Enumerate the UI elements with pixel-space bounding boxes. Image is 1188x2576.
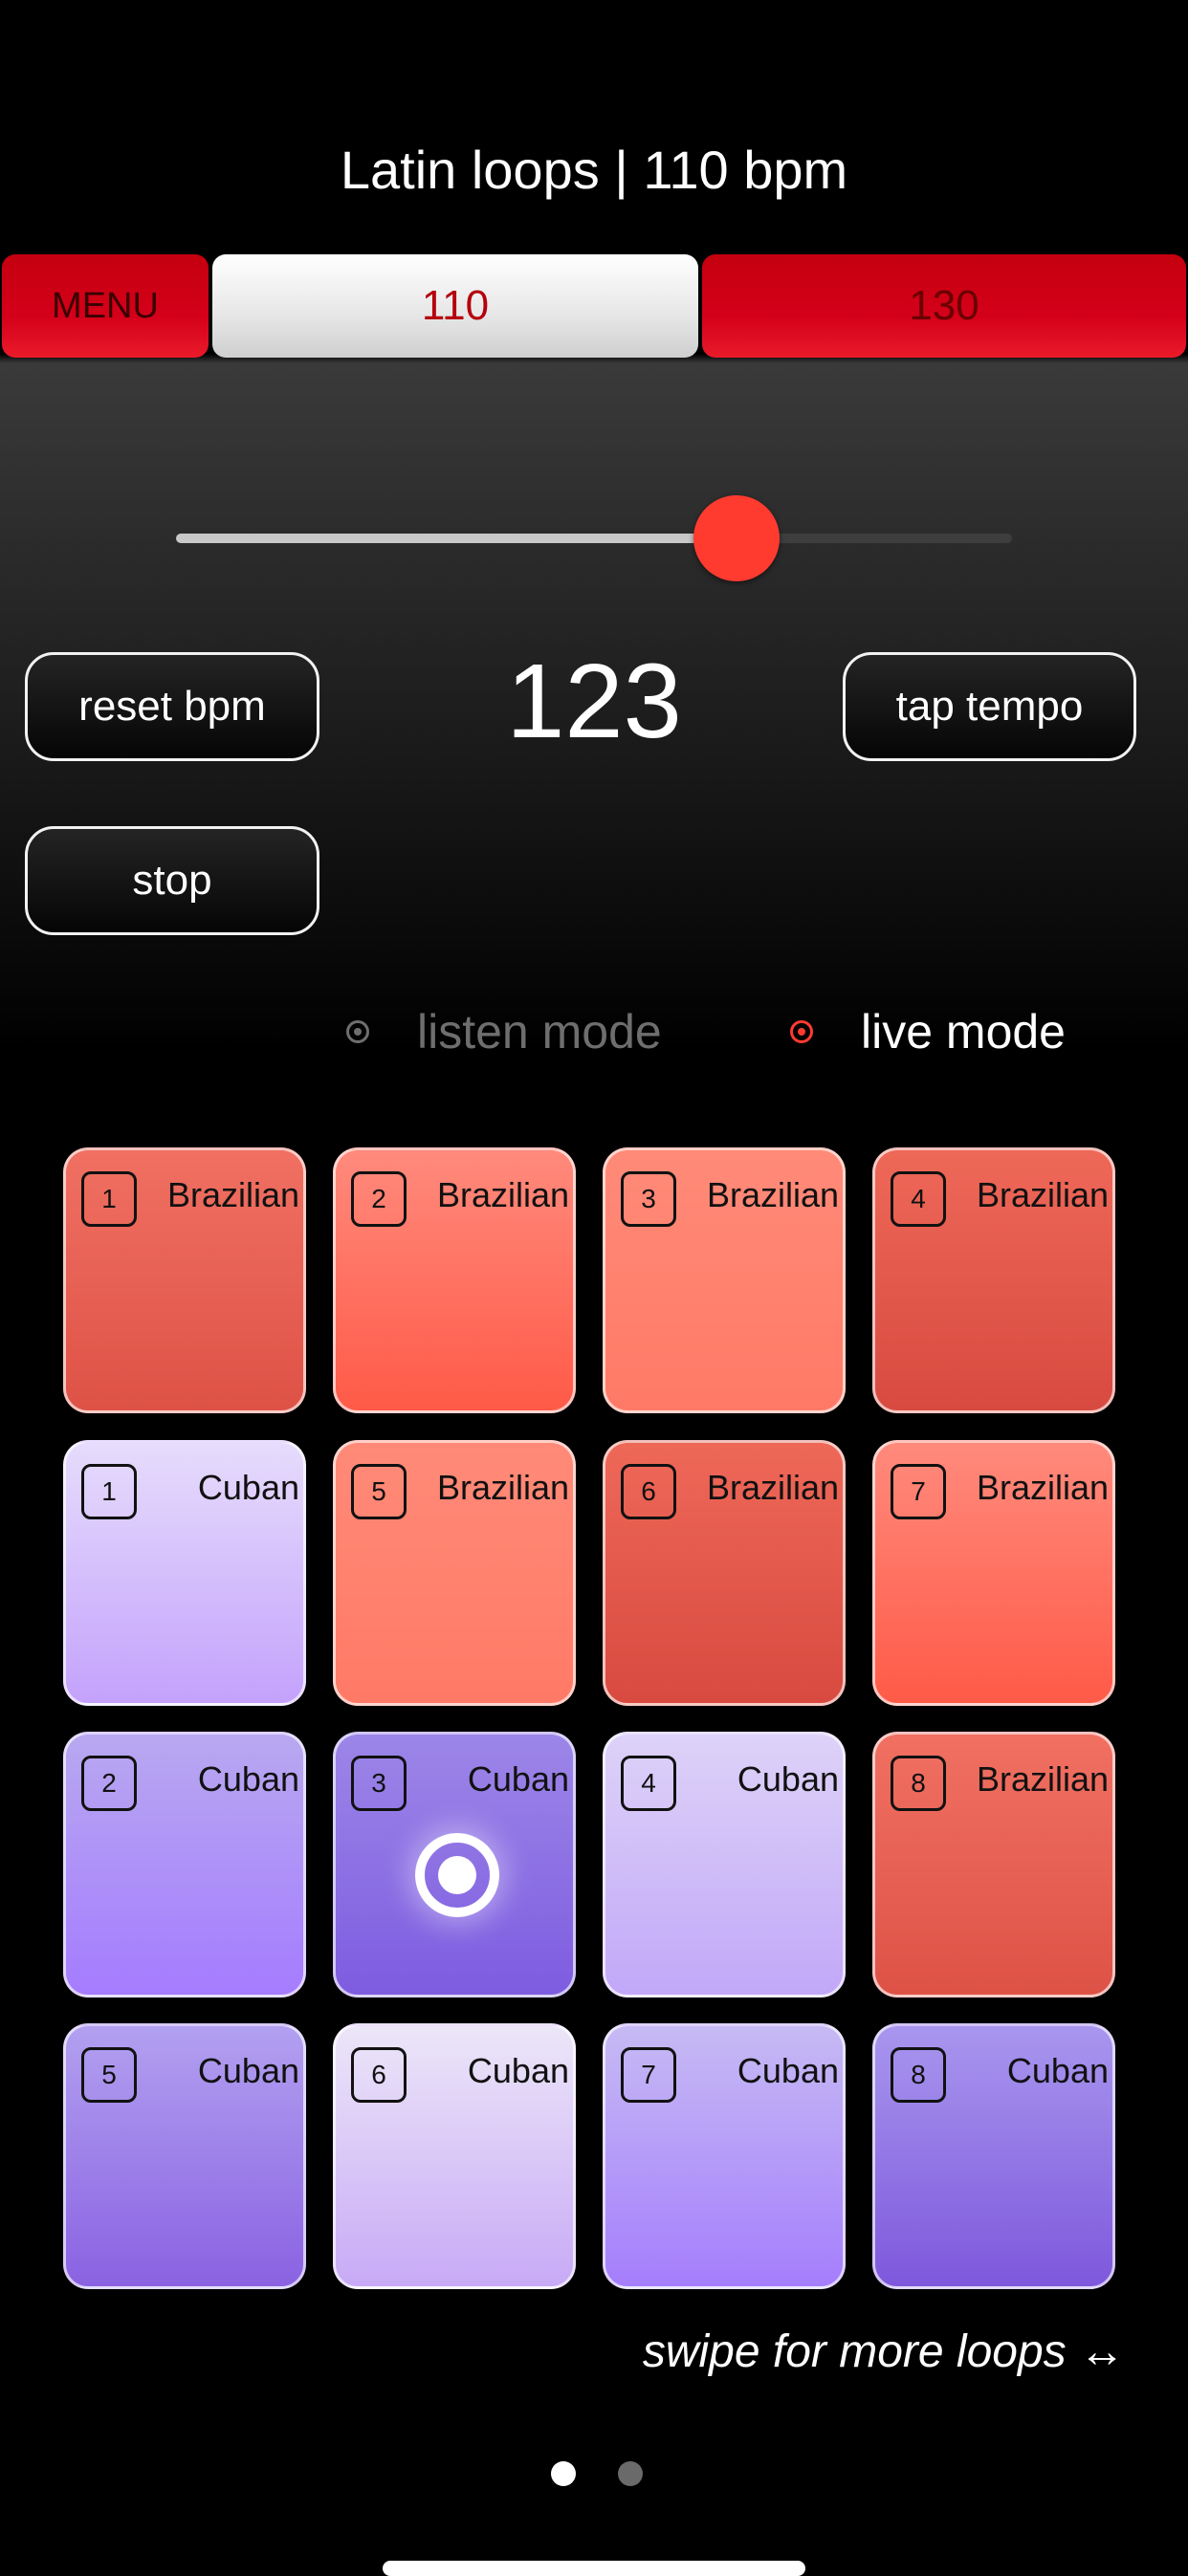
loop-pad[interactable]: 1 Cuban [63,1440,306,1706]
live-mode-option[interactable]: live mode [790,1004,1066,1059]
loop-pad-number: 6 [621,1464,676,1519]
page-title: Latin loops | 110 bpm [340,140,848,200]
loop-pad[interactable]: 3 Cuban [333,1732,576,1997]
loop-pad-label: Brazilian [706,1175,839,1214]
loop-pad-number: 6 [351,2047,407,2103]
loop-pad[interactable]: 4 Cuban [603,1732,846,1997]
loop-pad-label: Cuban [737,1759,839,1799]
loop-pad-number: 5 [81,2047,137,2103]
tap-tempo-button[interactable]: tap tempo [843,652,1136,761]
bpm-value: 123 [506,643,682,760]
loop-pad[interactable]: 6 Brazilian [603,1440,846,1706]
loop-pad[interactable]: 7 Brazilian [872,1440,1115,1706]
loop-pad-number: 3 [351,1756,407,1811]
loop-pad-label: Cuban [197,1759,299,1799]
tab-tempo-110[interactable]: 110 [212,254,698,358]
loop-pad-number: 1 [81,1464,137,1519]
listen-mode-label: listen mode [417,1005,662,1059]
loop-pad[interactable]: 5 Brazilian [333,1440,576,1706]
loop-pad-number: 7 [621,2047,676,2103]
listen-mode-radio [346,1020,369,1043]
playing-indicator-icon [415,1833,499,1917]
tempo-slider-fill [176,534,737,543]
loop-pad-number: 7 [891,1464,946,1519]
loop-pad[interactable]: 3 Brazilian [603,1147,846,1413]
loop-pad[interactable]: 8 Brazilian [872,1732,1115,1997]
loop-pad-label: Cuban [1006,2051,1109,2090]
loop-pad-label: Brazilian [976,1175,1109,1214]
loop-pad-number: 2 [351,1171,407,1227]
loop-pad-label: Cuban [197,1468,299,1507]
loop-pad-label: Brazilian [436,1175,569,1214]
loop-pad-number: 8 [891,1756,946,1811]
loop-pad[interactable]: 8 Cuban [872,2023,1115,2289]
loop-pad-label: Cuban [737,2051,839,2090]
loop-pad-number: 4 [891,1171,946,1227]
tempo-slider-thumb[interactable] [693,495,780,581]
loop-pad-number: 2 [81,1756,137,1811]
menu-button[interactable]: MENU [2,254,209,358]
page-indicator-dot-active[interactable] [551,2461,576,2486]
loop-pad-number: 8 [891,2047,946,2103]
stop-button[interactable]: stop [25,826,319,935]
live-mode-radio [790,1020,813,1043]
loop-pad-number: 4 [621,1756,676,1811]
loop-pad-label: Brazilian [166,1175,299,1214]
loop-pad-number: 1 [81,1171,137,1227]
loop-pad-label: Cuban [467,1759,569,1799]
reset-bpm-button[interactable]: reset bpm [25,652,319,761]
tab-tempo-130[interactable]: 130 [702,254,1186,358]
loop-pad-label: Brazilian [706,1468,839,1507]
loop-pad-label: Brazilian [976,1468,1109,1507]
loop-pad[interactable]: 1 Brazilian [63,1147,306,1413]
live-mode-label: live mode [861,1005,1066,1059]
loop-pad[interactable]: 4 Brazilian [872,1147,1115,1413]
loop-pad-number: 3 [621,1171,676,1227]
loop-pad-label: Brazilian [976,1759,1109,1799]
loop-pad-number: 5 [351,1464,407,1519]
loop-pad[interactable]: 5 Cuban [63,2023,306,2289]
page-indicator-dot[interactable] [618,2461,643,2486]
home-indicator [383,2561,805,2576]
loop-pad[interactable]: 2 Cuban [63,1732,306,1997]
loop-pad[interactable]: 7 Cuban [603,2023,846,2289]
loop-pad[interactable]: 6 Cuban [333,2023,576,2289]
loop-pad[interactable]: 2 Brazilian [333,1147,576,1413]
tempo-slider-track[interactable] [176,534,1012,543]
loop-pad-label: Cuban [197,2051,299,2090]
tempo-tab-bar: MENU 110 130 [2,254,1186,361]
listen-mode-option[interactable]: listen mode [346,1004,662,1059]
swipe-hint: swipe for more loops ↔ [642,2326,1125,2377]
loop-pad-label: Brazilian [436,1468,569,1507]
loop-pad-label: Cuban [467,2051,569,2090]
